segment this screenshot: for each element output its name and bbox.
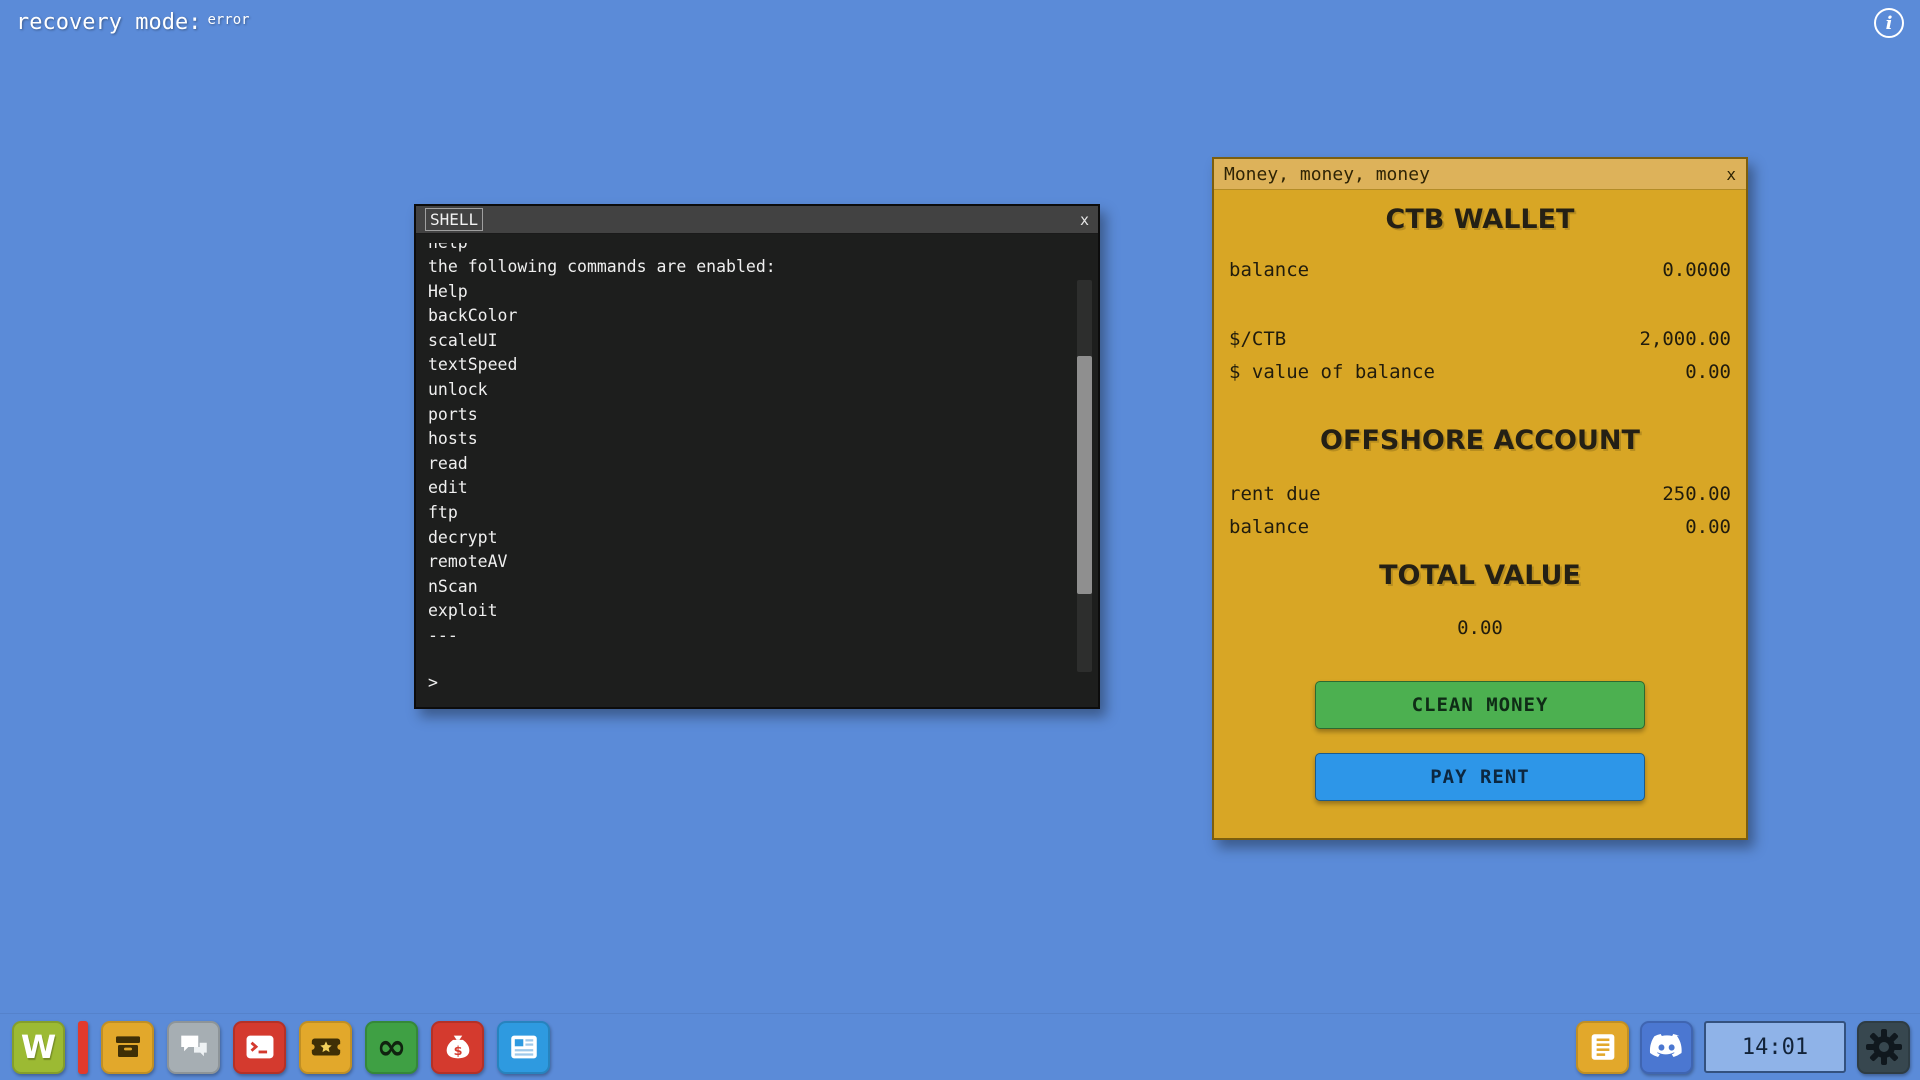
taskbar-right-dock: 14:01 [1576, 1020, 1910, 1074]
shell-close-button[interactable]: x [1080, 211, 1089, 229]
total-value-header: TOTAL VALUE [1379, 560, 1581, 591]
ledger-app-icon[interactable] [1576, 1020, 1629, 1074]
money-body: CTB WALLET balance 0.0000 $/CTB 2,000.00… [1214, 204, 1746, 801]
discord-app-icon[interactable] [1640, 1020, 1693, 1074]
shell-output: help the following commands are enabled:… [416, 234, 1098, 708]
clean-money-button[interactable]: CLEAN MONEY [1315, 681, 1645, 729]
shell-window: SHELL x help the following commands are … [414, 204, 1100, 709]
offshore-balance-row: balance 0.00 [1229, 516, 1731, 538]
shell-line: textSpeed [428, 355, 518, 375]
wallet-usd-value-row: $ value of balance 0.00 [1229, 361, 1731, 383]
shell-line: remoteAV [428, 552, 508, 572]
shell-line: Help [428, 281, 468, 301]
w-app-icon[interactable]: W [12, 1020, 65, 1074]
ctb-rate-row: $/CTB 2,000.00 [1229, 328, 1731, 350]
inbox-icon [115, 1036, 140, 1057]
money-window-title: Money, money, money [1224, 163, 1430, 185]
wallet-balance-value: 0.0000 [1662, 259, 1731, 281]
shell-line-clipped: help [428, 243, 1098, 255]
terminal-icon [246, 1035, 273, 1059]
shell-line: ftp [428, 502, 458, 522]
shell-prompt[interactable]: > [428, 671, 438, 696]
shell-line: decrypt [428, 527, 498, 547]
newspaper-icon [510, 1035, 537, 1059]
offshore-balance-label: balance [1229, 516, 1310, 538]
shell-line: edit [428, 478, 468, 498]
shell-scrollbar[interactable] [1077, 280, 1092, 672]
gear-icon [1865, 1029, 1902, 1065]
rent-due-value: 250.00 [1662, 483, 1731, 505]
clock-display[interactable]: 14:01 [1704, 1021, 1846, 1073]
recovery-mode-value: error [207, 12, 250, 28]
shell-line: hosts [428, 429, 478, 449]
money-titlebar[interactable]: Money, money, money x [1214, 159, 1746, 190]
shell-line: read [428, 453, 468, 473]
svg-text:$: $ [453, 1044, 462, 1059]
pay-rent-button[interactable]: PAY RENT [1315, 753, 1645, 801]
shell-window-title: SHELL [425, 208, 484, 231]
taskbar-left-dock: W ∞ $ [12, 1020, 550, 1074]
offshore-balance-value: 0.00 [1685, 516, 1731, 538]
recovery-mode-status: recovery mode: error [16, 10, 250, 35]
discord-icon [1649, 1034, 1682, 1058]
inbox-app-icon[interactable] [101, 1020, 154, 1074]
terminal-app-icon[interactable] [233, 1020, 286, 1074]
w-letter: W [20, 1028, 57, 1066]
taskbar: W ∞ $ 14:01 [0, 1013, 1920, 1080]
rent-due-label: rent due [1229, 483, 1321, 505]
red-divider-icon[interactable] [78, 1020, 88, 1074]
shell-line: unlock [428, 379, 488, 399]
ctb-rate-value: 2,000.00 [1639, 328, 1731, 350]
shell-line: --- [428, 625, 458, 645]
moneybag-app-icon[interactable]: $ [431, 1020, 484, 1074]
wallet-balance-label: balance [1229, 259, 1310, 281]
shell-line: backColor [428, 306, 518, 326]
money-window: Money, money, money x CTB WALLET balance… [1212, 157, 1748, 840]
shell-line: ports [428, 404, 478, 424]
shell-line: exploit [428, 601, 498, 621]
money-close-button[interactable]: x [1726, 165, 1736, 184]
offshore-account-header: OFFSHORE ACCOUNT [1320, 425, 1640, 456]
info-icon[interactable]: i [1874, 8, 1904, 38]
wallet-usd-value-label: $ value of balance [1229, 361, 1435, 383]
news-app-icon[interactable] [497, 1020, 550, 1074]
shell-lines: the following commands are enabled: Help b… [428, 255, 1098, 649]
total-value-amount: 0.00 [1457, 617, 1503, 639]
ticket-app-icon[interactable] [299, 1020, 352, 1074]
money-bag-icon: $ [446, 1035, 469, 1059]
wallet-balance-row: balance 0.0000 [1229, 259, 1731, 281]
shell-titlebar[interactable]: SHELL x [416, 206, 1098, 234]
shell-line: the following commands are enabled: [428, 257, 776, 276]
chat-app-icon[interactable] [167, 1020, 220, 1074]
shell-line: scaleUI [428, 330, 498, 350]
infinity-app-icon[interactable]: ∞ [365, 1020, 418, 1074]
ledger-icon [1591, 1034, 1614, 1060]
settings-gear-icon[interactable] [1857, 1020, 1910, 1074]
ticket-star-icon [308, 1038, 343, 1056]
recovery-mode-label: recovery mode: [16, 10, 202, 35]
infinity-icon: ∞ [376, 1026, 407, 1068]
rent-due-row: rent due 250.00 [1229, 483, 1731, 505]
wallet-usd-value-value: 0.00 [1685, 361, 1731, 383]
ctb-wallet-header: CTB WALLET [1385, 204, 1575, 235]
ctb-rate-label: $/CTB [1229, 328, 1287, 350]
shell-scrollbar-thumb[interactable] [1077, 356, 1092, 594]
chat-bubbles-icon [180, 1035, 207, 1057]
shell-line: nScan [428, 576, 478, 596]
